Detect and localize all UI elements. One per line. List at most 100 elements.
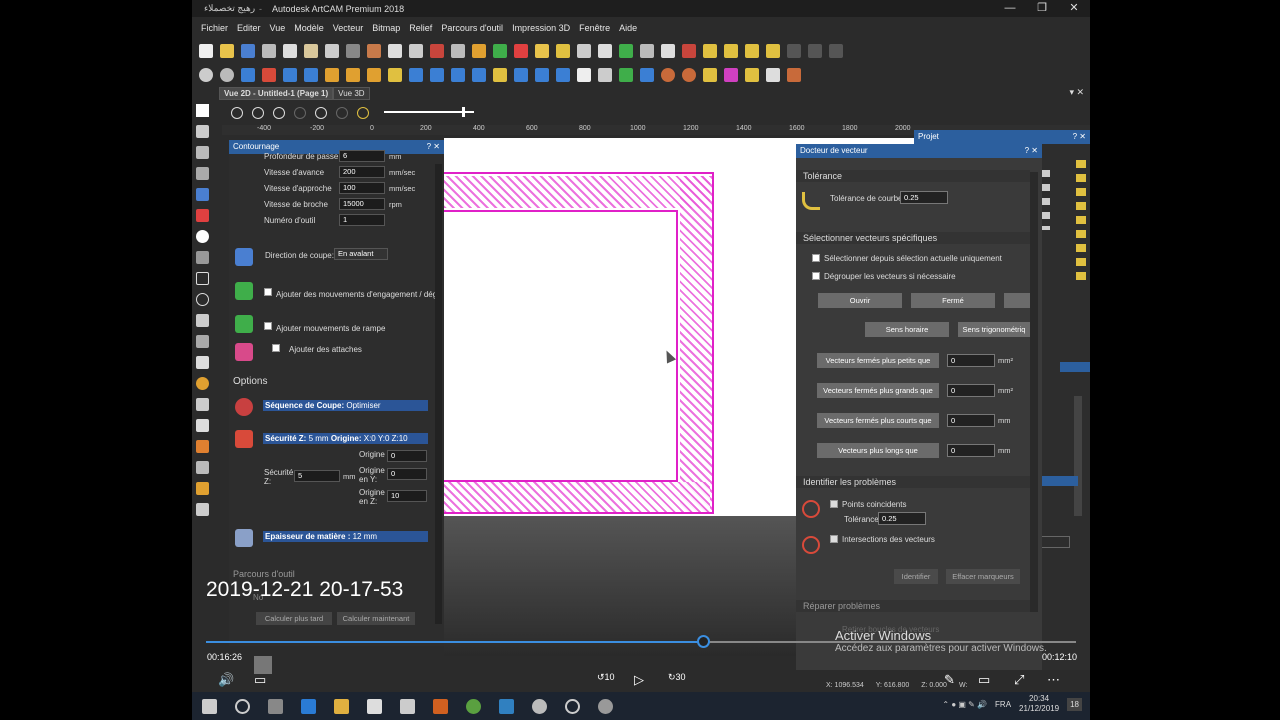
calculer-plus-tard-button[interactable]: Calculer plus tard — [256, 612, 332, 625]
menu-fichier[interactable]: Fichier — [201, 23, 228, 33]
star-tool-icon[interactable] — [196, 314, 209, 327]
relief-blue3-icon[interactable] — [430, 68, 444, 82]
vitesse-broche-input[interactable]: 15000 — [339, 198, 385, 210]
rectangle-icon[interactable] — [196, 272, 209, 285]
plus-petits-button[interactable]: Vecteurs fermés plus petits que — [817, 353, 939, 368]
add-green-icon[interactable] — [619, 68, 633, 82]
relief-cube-icon[interactable] — [283, 68, 297, 82]
nodes-icon[interactable] — [724, 44, 738, 58]
menu-parcours[interactable]: Parcours d'outil — [441, 23, 503, 33]
relief-layers-icon[interactable] — [598, 68, 612, 82]
panel-buttons[interactable]: ? ✕ — [427, 140, 440, 154]
tol-courbe-input[interactable]: 0.25 — [900, 191, 948, 204]
snap-icon[interactable] — [357, 107, 369, 119]
projet-selection-2[interactable] — [1038, 476, 1078, 486]
effacer-button[interactable]: Effacer marqueurs — [946, 569, 1020, 584]
securite-select[interactable]: Sécurité Z: 5 mm Origine: X:0 Y:0 Z:10 — [263, 433, 428, 444]
origine-z-input[interactable]: 10 — [387, 490, 427, 502]
align-icon[interactable] — [367, 44, 381, 58]
drop-icon[interactable] — [196, 377, 209, 390]
app-wheel-icon[interactable] — [598, 698, 613, 714]
fullscreen-icon[interactable]: ⤢ — [1014, 672, 1024, 688]
disabled-tool-icon[interactable] — [787, 44, 801, 58]
maximize-button[interactable]: ❐ — [1026, 0, 1058, 17]
diamond-icon[interactable] — [703, 44, 717, 58]
relief-blue5-icon[interactable] — [472, 68, 486, 82]
zoom-slider-knob[interactable] — [462, 107, 465, 117]
redo-icon[interactable] — [346, 44, 360, 58]
grid-tool-icon[interactable] — [196, 167, 209, 180]
menu-editer[interactable]: Editer — [237, 23, 261, 33]
points-checkbox[interactable] — [830, 500, 838, 508]
layers-icon[interactable] — [451, 44, 465, 58]
plus-longs-button[interactable]: Vecteurs plus longs que — [817, 443, 939, 458]
knife-icon[interactable] — [196, 503, 209, 516]
seek-knob[interactable] — [697, 635, 710, 648]
cut-icon[interactable] — [262, 44, 276, 58]
trim-icon[interactable] — [514, 44, 528, 58]
bulb-icon[interactable] — [1076, 160, 1086, 280]
relief-gold2-icon[interactable] — [346, 68, 360, 82]
search-icon[interactable] — [235, 698, 250, 714]
plus-petits-input[interactable]: 0 — [947, 354, 995, 367]
settings-icon[interactable] — [430, 44, 444, 58]
pen-icon[interactable] — [196, 188, 209, 201]
play-button[interactable]: ▷ — [634, 672, 644, 688]
skip-forward-button[interactable]: ↻30 — [668, 672, 686, 683]
menu-bitmap[interactable]: Bitmap — [372, 23, 400, 33]
clock[interactable]: 20:34 21/12/2019 — [1019, 694, 1059, 714]
star-icon[interactable] — [577, 44, 591, 58]
plus-grands-input[interactable]: 0 — [947, 384, 995, 397]
windows-start-icon[interactable] — [202, 698, 217, 714]
ferme-button[interactable]: Fermé — [911, 293, 995, 308]
degrouper-checkbox[interactable] — [812, 272, 820, 280]
profondeur-input[interactable]: 6 — [339, 150, 385, 162]
measure-icon[interactable] — [409, 44, 423, 58]
fill-icon[interactable] — [619, 44, 633, 58]
grid-icon[interactable] — [388, 44, 402, 58]
relief-red-icon[interactable] — [262, 68, 276, 82]
circle-icon[interactable] — [196, 293, 209, 306]
sphere-icon[interactable] — [220, 68, 234, 82]
docteur-scrollbar[interactable] — [1030, 172, 1038, 612]
relief-blue9-icon[interactable] — [640, 68, 654, 82]
artcam-icon[interactable] — [433, 698, 448, 714]
rect-icon[interactable] — [766, 68, 780, 82]
numero-outil-input[interactable]: 1 — [339, 214, 385, 226]
sequence-select[interactable]: Séquence de Coupe: Optimiser — [263, 400, 428, 411]
text-icon[interactable] — [196, 356, 209, 369]
relief-gold3-icon[interactable] — [367, 68, 381, 82]
app-ring-icon[interactable] — [565, 698, 580, 714]
eraser2-icon[interactable] — [196, 461, 209, 474]
path-icon[interactable] — [745, 44, 759, 58]
relief-blue6-icon[interactable] — [514, 68, 528, 82]
wave-icon[interactable] — [766, 44, 780, 58]
sens-horaire-button[interactable]: Sens horaire — [865, 322, 949, 337]
view-close[interactable]: ▾ ✕ — [1069, 87, 1084, 98]
relief-blue8-icon[interactable] — [556, 68, 570, 82]
close-button[interactable]: ✕ — [1058, 0, 1090, 17]
ouvrir-button[interactable]: Ouvrir — [818, 293, 902, 308]
skip-back-button[interactable]: ↺10 — [597, 672, 615, 683]
zoom-slider-track[interactable] — [384, 111, 474, 113]
menu-aide[interactable]: Aide — [619, 23, 637, 33]
save-icon[interactable] — [241, 44, 255, 58]
vector-edit-icon[interactable] — [472, 44, 486, 58]
zoom-out-icon[interactable] — [252, 107, 264, 119]
menu-modele[interactable]: Modèle — [294, 23, 324, 33]
relief-blue4-icon[interactable] — [451, 68, 465, 82]
brush-icon[interactable] — [196, 398, 209, 411]
tab-vue-3d[interactable]: Vue 3D — [333, 87, 370, 100]
transform-icon[interactable] — [196, 146, 209, 159]
projet-field[interactable] — [1040, 536, 1070, 548]
store-icon[interactable] — [367, 698, 382, 714]
relief-white-icon[interactable] — [577, 68, 591, 82]
attaches-checkbox[interactable] — [272, 344, 280, 352]
relief-blue2-icon[interactable] — [409, 68, 423, 82]
select-arrow-icon[interactable] — [196, 104, 209, 117]
zoom-in-icon[interactable] — [231, 107, 243, 119]
menu-impression[interactable]: Impression 3D — [512, 23, 570, 33]
zoom-box-icon[interactable] — [315, 107, 327, 119]
zoom-prev-icon[interactable] — [294, 107, 306, 119]
zoom-sel-icon[interactable] — [336, 107, 348, 119]
